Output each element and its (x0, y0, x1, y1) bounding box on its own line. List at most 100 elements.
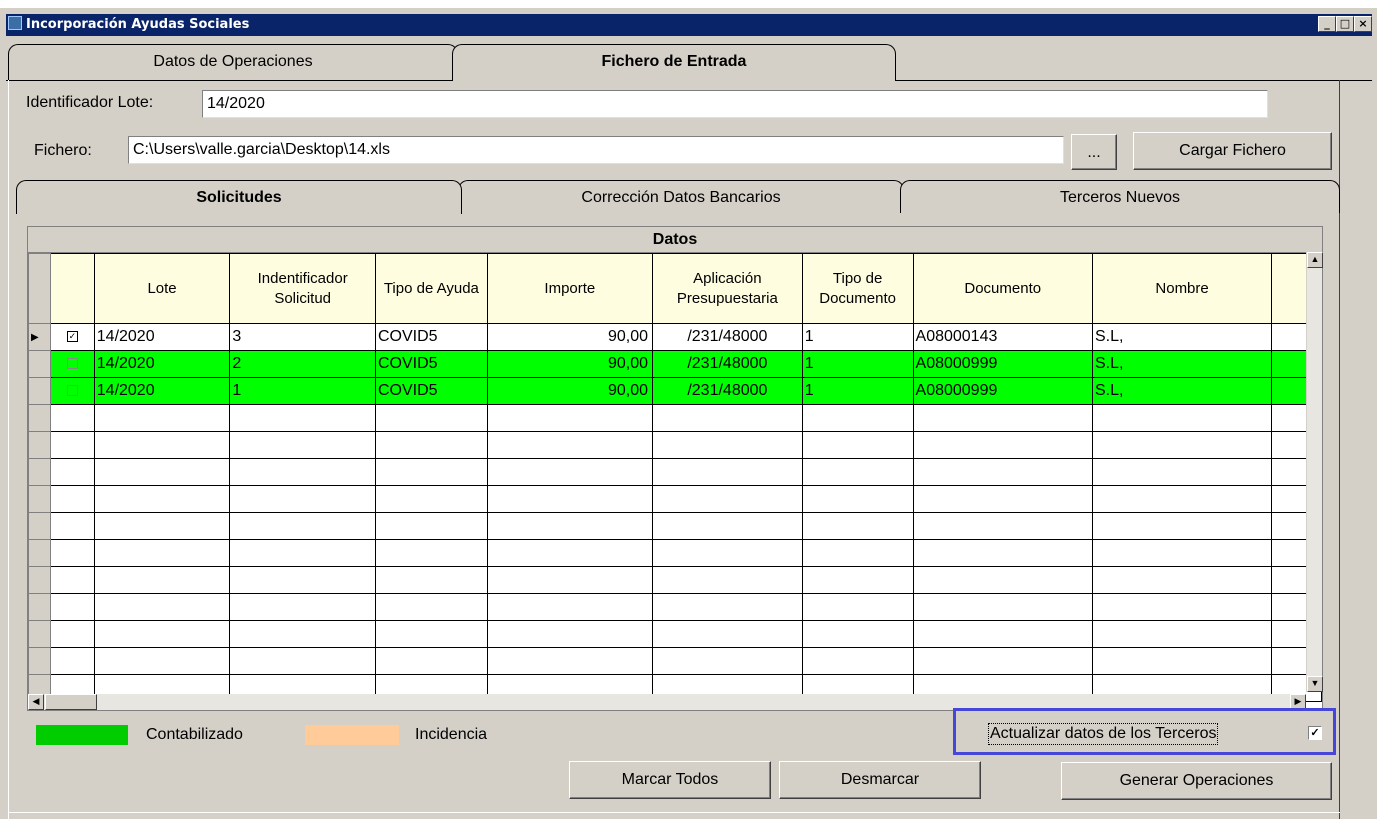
lote-label: Identificador Lote: (26, 94, 154, 111)
horizontal-scroll-thumb[interactable] (45, 694, 97, 710)
fichero-input[interactable]: C:\Users\valle.garcia\Desktop\14.xls (128, 136, 1064, 164)
cell-nombre: S.L, (1091, 377, 1273, 405)
empty-cell (486, 431, 654, 459)
empty-cell (49, 647, 95, 675)
empty-cell (1091, 593, 1273, 621)
empty-cell (652, 431, 803, 459)
close-button[interactable]: × (1354, 16, 1372, 32)
empty-cell (801, 485, 914, 513)
actualizar-terceros-checkbox[interactable]: ✓ (1308, 726, 1322, 740)
tab-solicitudes[interactable]: Solicitudes (16, 180, 462, 214)
cargar-fichero-button[interactable]: Cargar Fichero (1133, 132, 1332, 170)
table-row-empty[interactable] (28, 404, 1322, 432)
datos-grid[interactable]: Datos Lote Indentificador Solicitud Tipo… (27, 226, 1323, 711)
desmarcar-button[interactable]: Desmarcar (779, 761, 981, 799)
marcar-todos-button[interactable]: Marcar Todos (569, 761, 771, 799)
column-header-lote[interactable]: Lote (93, 253, 231, 324)
table-row-empty[interactable] (28, 593, 1322, 621)
table-row-empty[interactable] (28, 458, 1322, 486)
cell-lote: 14/2020 (93, 323, 231, 351)
empty-cell (229, 566, 376, 594)
empty-cell (93, 404, 231, 432)
column-header-importe[interactable]: Importe (486, 253, 654, 324)
row-checkbox[interactable] (49, 350, 95, 378)
column-header-nombre[interactable]: Nombre (1091, 253, 1273, 324)
lote-input[interactable]: 14/2020 (202, 90, 1268, 118)
cell-documento: A08000999 (912, 377, 1093, 405)
checkbox-unchecked-icon (66, 358, 78, 370)
cell-identificador: 3 (229, 323, 376, 351)
cell-tipo-documento: 1 (801, 323, 914, 351)
checkbox-checked-icon: ✓ (66, 331, 78, 343)
empty-cell (1091, 458, 1273, 486)
empty-cell (229, 404, 376, 432)
empty-cell (912, 539, 1093, 567)
empty-cell (93, 485, 231, 513)
fichero-label: Fichero: (34, 142, 92, 159)
cell-tipo-documento: 1 (801, 350, 914, 378)
table-row-empty[interactable] (28, 512, 1322, 540)
table-row[interactable]: ▶ ✓ 14/2020 3 COVID5 90,00 /231/48000 1 … (28, 323, 1322, 351)
empty-cell (486, 512, 654, 540)
app-icon (8, 16, 22, 30)
empty-cell (652, 485, 803, 513)
empty-rows (28, 404, 1322, 702)
table-row-empty[interactable] (28, 647, 1322, 675)
scroll-down-icon[interactable]: ▼ (1307, 676, 1323, 692)
column-header-tipo-documento[interactable]: Tipo de Documento (801, 253, 914, 324)
tab-terceros-nuevos[interactable]: Terceros Nuevos (900, 180, 1340, 213)
table-row-empty[interactable] (28, 485, 1322, 513)
row-indicator (28, 458, 51, 486)
cell-importe: 90,00 (486, 323, 654, 351)
panel-edge-left (8, 80, 9, 819)
column-header-tipo-ayuda[interactable]: Tipo de Ayuda (375, 253, 488, 324)
empty-cell (652, 512, 803, 540)
scroll-up-icon[interactable]: ▲ (1307, 252, 1323, 268)
column-header-identificador[interactable]: Indentificador Solicitud (229, 253, 376, 324)
vertical-scrollbar[interactable]: ▲ ▼ (1306, 252, 1323, 692)
empty-cell (801, 458, 914, 486)
table-row[interactable]: 14/2020 2 COVID5 90,00 /231/48000 1 A080… (28, 350, 1322, 378)
row-checkbox[interactable] (49, 377, 95, 405)
table-row-empty[interactable] (28, 620, 1322, 648)
cell-identificador: 1 (229, 377, 376, 405)
empty-cell (652, 593, 803, 621)
empty-cell (912, 647, 1093, 675)
tab-datos-operaciones[interactable]: Datos de Operaciones (8, 44, 458, 80)
cell-documento: A08000143 (912, 323, 1093, 351)
empty-cell (93, 647, 231, 675)
column-header-aplicacion[interactable]: Aplicación Presupuestaria (652, 253, 803, 324)
row-indicator (28, 539, 51, 567)
empty-cell (229, 485, 376, 513)
empty-cell (49, 485, 95, 513)
empty-cell (486, 647, 654, 675)
row-checkbox[interactable]: ✓ (49, 323, 95, 351)
table-row[interactable]: 14/2020 1 COVID5 90,00 /231/48000 1 A080… (28, 377, 1322, 405)
check-column-header[interactable] (49, 253, 95, 324)
empty-cell (49, 458, 95, 486)
maximize-button[interactable]: □ (1336, 16, 1354, 32)
table-row-empty[interactable] (28, 539, 1322, 567)
incidencia-label: Incidencia (415, 726, 488, 743)
tab-correccion-datos-bancarios[interactable]: Corrección Datos Bancarios (458, 180, 904, 213)
contabilizado-label: Contabilizado (146, 726, 243, 743)
cell-aplicacion: /231/48000 (652, 377, 803, 405)
grid-caption: Datos (28, 227, 1322, 253)
minimize-button[interactable]: _ (1318, 16, 1336, 32)
checkbox-unchecked-icon (66, 385, 78, 397)
table-row-empty[interactable] (28, 431, 1322, 459)
empty-cell (912, 512, 1093, 540)
datos-table: Lote Indentificador Solicitud Tipo de Ay… (28, 253, 1322, 702)
actualizar-terceros-label[interactable]: Actualizar datos de los Terceros (988, 723, 1219, 745)
cell-nombre: S.L, (1091, 350, 1273, 378)
cell-lote: 14/2020 (93, 377, 231, 405)
top-border (0, 0, 1377, 8)
empty-cell (912, 485, 1093, 513)
browse-button[interactable]: ... (1071, 134, 1117, 170)
scroll-left-icon[interactable]: ◀ (28, 694, 44, 710)
table-row-empty[interactable] (28, 566, 1322, 594)
incidencia-swatch (305, 725, 399, 745)
tab-fichero-entrada[interactable]: Fichero de Entrada (452, 44, 896, 81)
column-header-documento[interactable]: Documento (912, 253, 1093, 324)
generar-operaciones-button[interactable]: Generar Operaciones (1061, 762, 1332, 800)
